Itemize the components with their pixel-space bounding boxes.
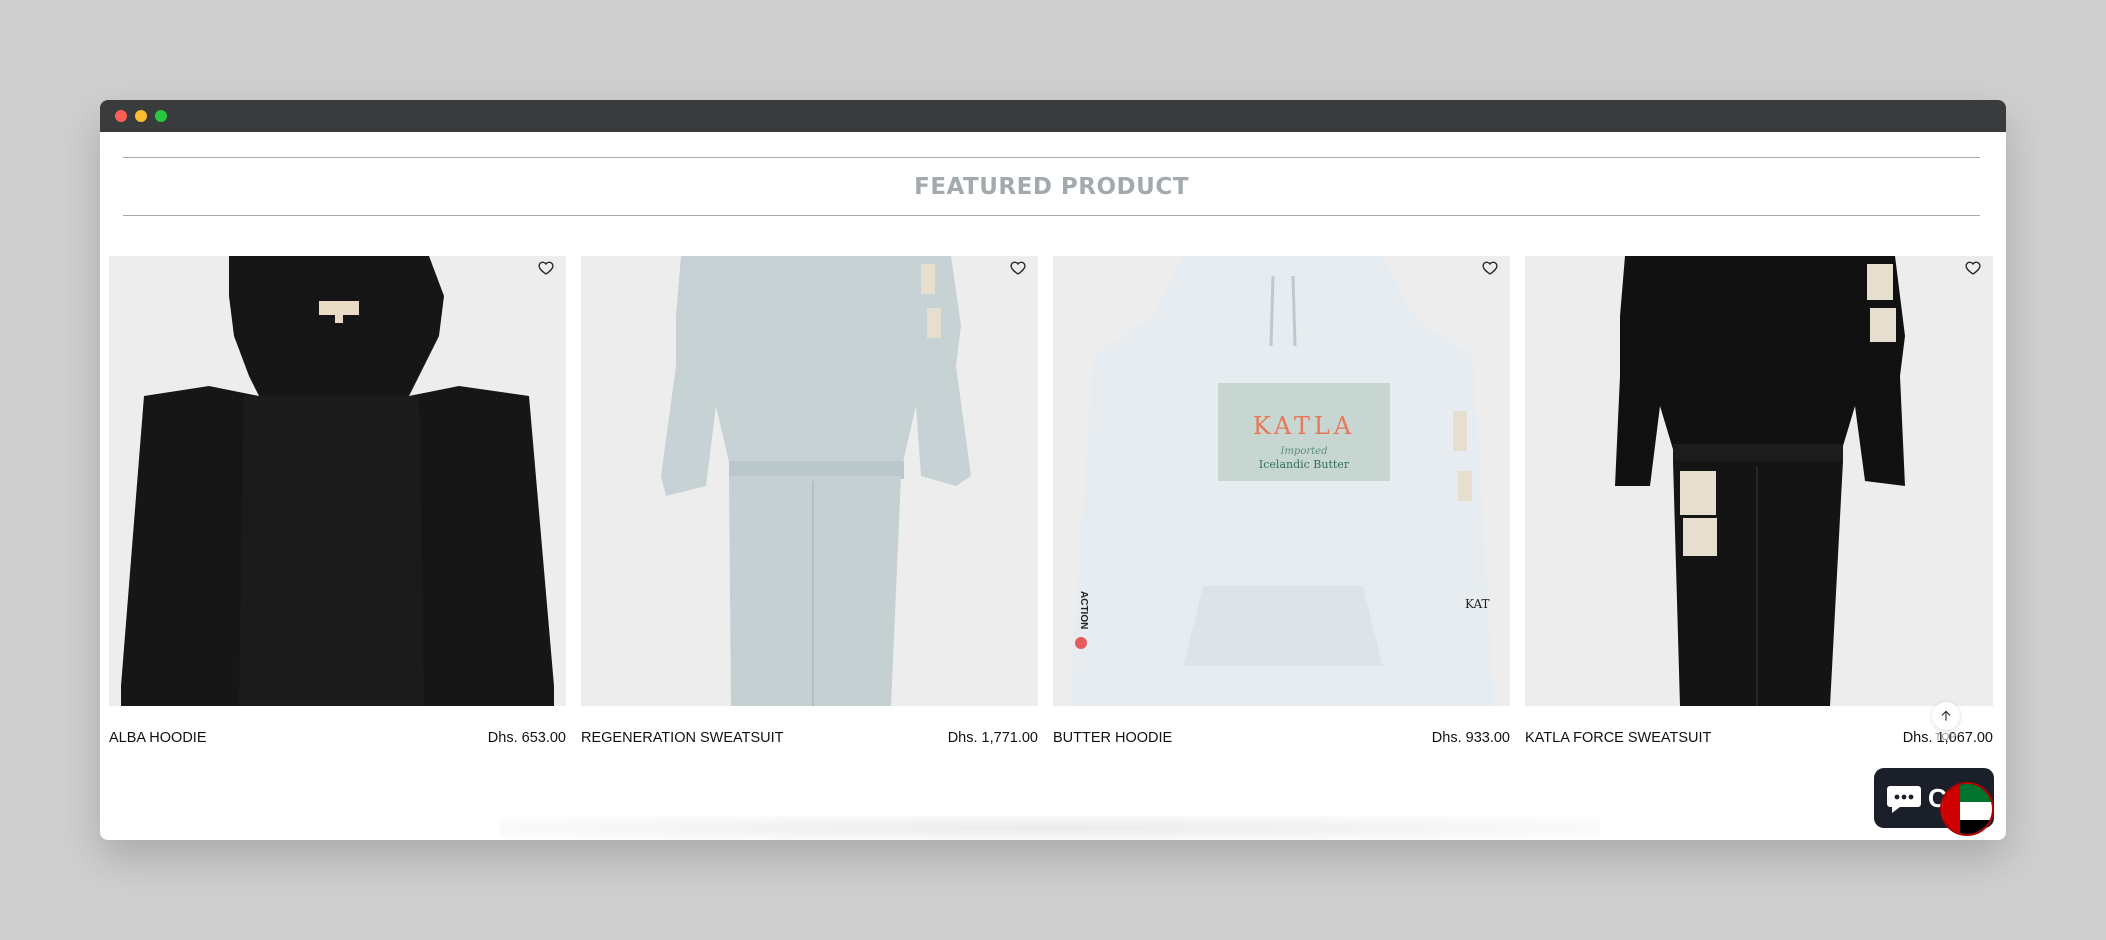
product-image[interactable]: KATLA Imported Icelandic Butter ACTION K… <box>1053 256 1510 706</box>
sleeve-print-text-right: KAT <box>1465 597 1490 611</box>
print-sub2-text: Icelandic Butter <box>1259 458 1350 471</box>
back-to-top-button[interactable]: TOP <box>1928 702 1964 750</box>
section-header: FEATURED PRODUCT <box>123 157 1980 216</box>
heart-outline-icon <box>1482 261 1498 275</box>
print-sub1-text: Imported <box>1280 446 1328 457</box>
uae-flag-icon[interactable] <box>1940 782 1994 836</box>
hoodie-white-illustration: KATLA Imported Icelandic Butter ACTION K… <box>1071 256 1493 706</box>
hoodie-black-illustration <box>121 256 554 706</box>
heart-outline-icon <box>538 261 554 275</box>
chat-bubble-icon <box>1887 786 1921 813</box>
minimize-window-button[interactable] <box>135 110 147 122</box>
product-name[interactable]: KATLA FORCE SWEATSUIT <box>1525 730 1711 746</box>
bottom-shadow <box>500 816 1600 840</box>
top-label: TOP <box>1935 732 1957 743</box>
heart-outline-icon <box>1965 261 1981 275</box>
product-card[interactable]: KATLA Imported Icelandic Butter ACTION K… <box>1053 256 1510 746</box>
top-circle <box>1932 702 1960 730</box>
product-price: Dhs. 653.00 <box>487 730 566 746</box>
window-titlebar <box>100 100 2006 132</box>
product-card[interactable]: REGENERATION SWEATSUIT Dhs. 1,771.00 <box>581 256 1038 746</box>
product-card[interactable]: ALBA HOODIE Dhs. 653.00 <box>109 256 566 746</box>
product-name[interactable]: ALBA HOODIE <box>109 730 207 746</box>
maximize-window-button[interactable] <box>155 110 167 122</box>
wishlist-button[interactable] <box>1965 260 1985 280</box>
wishlist-button[interactable] <box>1482 260 1502 280</box>
print-brand-text: KATLA <box>1253 412 1355 440</box>
sleeve-print-text: ACTION <box>1078 591 1089 629</box>
product-image[interactable] <box>1525 256 1993 706</box>
heart-outline-icon <box>1010 261 1026 275</box>
sweatsuit-mint-illustration <box>661 256 971 706</box>
product-image[interactable] <box>109 256 566 706</box>
sweatsuit-black-illustration <box>1615 256 1905 706</box>
product-name[interactable]: REGENERATION SWEATSUIT <box>581 730 783 746</box>
product-image[interactable] <box>581 256 1038 706</box>
arrow-up-icon <box>1941 710 1951 721</box>
browser-window: FEATURED PRODUCT ALBA HOODIE Dhs. 653.00 <box>100 100 2006 840</box>
product-price: Dhs. 1,771.00 <box>947 730 1038 746</box>
wishlist-button[interactable] <box>1010 260 1030 280</box>
section-title: FEATURED PRODUCT <box>914 173 1189 200</box>
close-window-button[interactable] <box>115 110 127 122</box>
product-card[interactable]: KATLA FORCE SWEATSUIT Dhs. 1,067.00 <box>1525 256 1993 746</box>
wishlist-button[interactable] <box>538 260 558 280</box>
product-price: Dhs. 933.00 <box>1431 730 1510 746</box>
product-name[interactable]: BUTTER HOODIE <box>1053 730 1172 746</box>
